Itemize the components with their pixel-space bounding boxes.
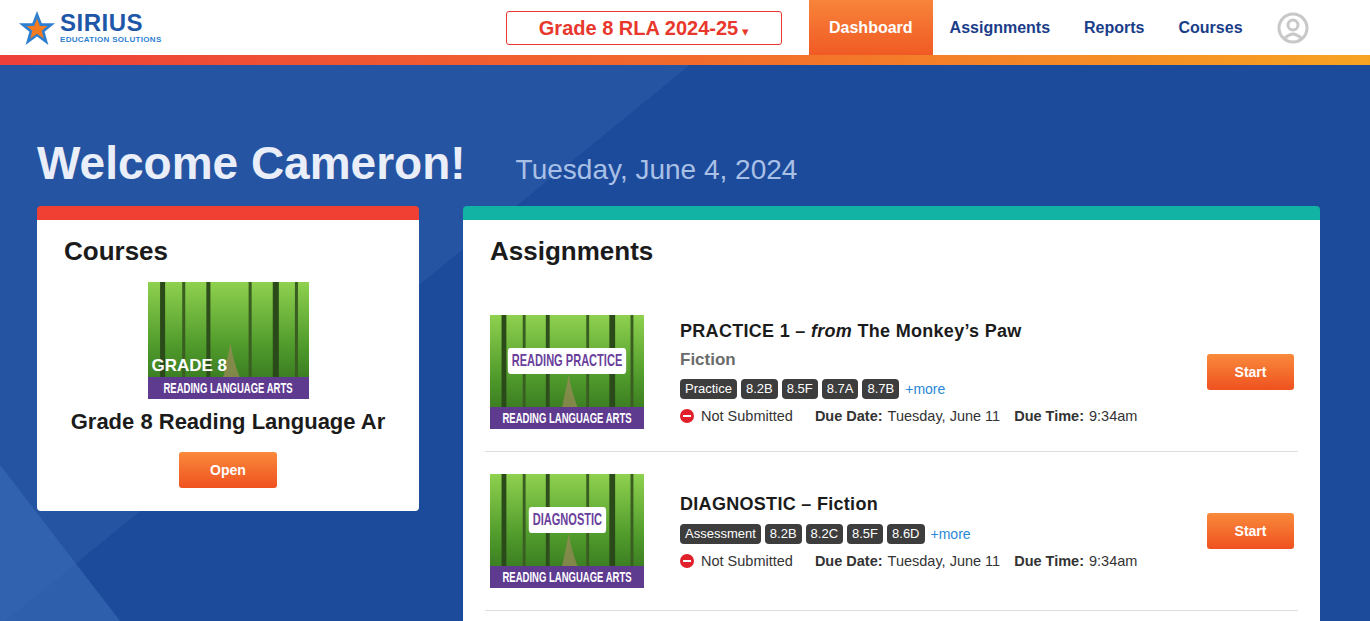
status-line: Not Submitted Due Date:Tuesday, June 11 Du… <box>680 551 1197 571</box>
due-time-label: Due Time: <box>1014 551 1084 571</box>
nav-link[interactable]: Assignments <box>933 0 1067 55</box>
welcome-row: Welcome Cameron! Tuesday, June 4, 2024 <box>37 136 1333 191</box>
due-date-label: Due Date: <box>815 406 883 426</box>
tag-list: Assessment8.2B8.2C8.5F8.6D +more <box>680 524 1197 545</box>
star-logo-icon <box>18 9 56 47</box>
main-nav: DashboardAssignmentsReportsCourses <box>809 0 1260 55</box>
standard-tag: Assessment <box>680 524 761 544</box>
standard-tag: 8.6D <box>887 524 924 544</box>
logo-text: SIRIUSEDUCATION SOLUTIONS <box>60 11 162 45</box>
dropdown-arrow-icon: ▾ <box>742 22 749 42</box>
assignment-thumbnail: READING PRACTICE READING LANGUAGE ARTS <box>490 315 644 429</box>
title-part: from <box>811 321 852 341</box>
status-text: Not Submitted <box>701 551 793 571</box>
thumbnail-banner: READING LANGUAGE ARTS <box>490 566 644 588</box>
thumbnail-label-wrap: DIAGNOSTIC <box>490 507 644 533</box>
course-thumbnail: GRADE 8READING LANGUAGE ARTS <box>148 282 309 399</box>
logo[interactable]: SIRIUSEDUCATION SOLUTIONS <box>0 0 506 55</box>
top-bar: SIRIUSEDUCATION SOLUTIONS Grade 8 RLA 202… <box>0 0 1370 55</box>
due-date-label: Due Date: <box>815 551 883 571</box>
assignment-title[interactable]: PRACTICE 1 – from The Monkey’s Paw <box>680 319 1197 343</box>
thumbnail-label: READING PRACTICE <box>508 348 626 374</box>
thumbnail-label: DIAGNOSTIC <box>528 507 605 533</box>
not-submitted-icon <box>680 409 694 423</box>
thumbnail-label-wrap: READING PRACTICE <box>490 348 644 374</box>
standard-tag: 8.7A <box>822 379 859 399</box>
assignments-card: Assignments READING PRACTICE READING LANGU… <box>463 206 1320 621</box>
class-select-value: Grade 8 RLA 2024-25 <box>539 13 738 43</box>
course-item: GRADE 8READING LANGUAGE ARTS Grade 8 Read… <box>37 266 419 488</box>
standard-tag: 8.2C <box>806 524 843 544</box>
nav-link[interactable]: Courses <box>1162 0 1260 55</box>
tag-list: Practice8.2B8.5F8.7A8.7B +more <box>680 379 1197 400</box>
accent-stripe <box>0 55 1370 65</box>
due-time-label: Due Time: <box>1014 406 1084 426</box>
more-link[interactable]: +more <box>905 379 945 400</box>
avatar-wrap <box>1277 0 1309 55</box>
assignment-row: READING PRACTICE READING LANGUAGE ARTS PRA… <box>485 293 1298 452</box>
standard-tag: 8.5F <box>847 524 883 544</box>
banner-text: READING LANGUAGE ARTS <box>163 378 292 399</box>
title-part: DIAGNOSTIC – Fiction <box>680 494 878 514</box>
nav-link[interactable]: Dashboard <box>809 0 933 55</box>
start-button[interactable]: Start <box>1207 354 1294 390</box>
due-date: Tuesday, June 11 <box>888 406 1001 426</box>
logo-name: SIRIUS <box>60 11 162 35</box>
welcome-heading: Welcome Cameron! <box>37 136 466 190</box>
status-text: Not Submitted <box>701 406 793 426</box>
courses-card: Courses GRADE 8READING LANGUAGE ARTS Grade… <box>37 206 419 511</box>
not-submitted-icon <box>680 554 694 568</box>
standard-tag: Practice <box>680 379 737 399</box>
due-date: Tuesday, June 11 <box>888 551 1001 571</box>
class-select[interactable]: Grade 8 RLA 2024-25▾ <box>506 11 782 45</box>
thumbnail-label: GRADE 8 <box>152 356 228 376</box>
card-title: Assignments <box>463 220 1320 266</box>
title-part: The Monkey’s Paw <box>852 321 1021 341</box>
logo-tagline: EDUCATION SOLUTIONS <box>60 35 162 45</box>
assignment-info: PRACTICE 1 – from The Monkey’s Paw Fictio… <box>680 319 1197 426</box>
current-date: Tuesday, June 4, 2024 <box>516 149 798 191</box>
start-button[interactable]: Start <box>1207 513 1294 549</box>
title-part: PRACTICE 1 – <box>680 321 811 341</box>
assignment-title[interactable]: DIAGNOSTIC – Fiction <box>680 492 1197 516</box>
dashboard-main: Welcome Cameron! Tuesday, June 4, 2024 Cou… <box>0 65 1370 621</box>
card-title: Courses <box>37 220 419 266</box>
banner-text: READING LANGUAGE ARTS <box>502 567 631 588</box>
nav-link[interactable]: Reports <box>1067 0 1161 55</box>
thumbnail-banner: READING LANGUAGE ARTS <box>148 377 309 399</box>
due-time: 9:34am <box>1089 551 1137 571</box>
more-link[interactable]: +more <box>931 524 971 545</box>
due-time: 9:34am <box>1089 406 1137 426</box>
standard-tag: 8.5F <box>782 379 818 399</box>
course-name: Grade 8 Reading Language Ar <box>71 408 386 436</box>
assignment-row: DIAGNOSTICREADING LANGUAGE ARTSDIAGNOSTI… <box>485 452 1298 611</box>
standard-tag: 8.2B <box>765 524 802 544</box>
user-avatar-icon[interactable] <box>1277 12 1309 44</box>
assignment-info: DIAGNOSTIC – FictionAssessment8.2B8.2C8.… <box>680 492 1197 571</box>
standard-tag: 8.2B <box>741 379 778 399</box>
status-line: Not Submitted Due Date:Tuesday, June 11 Du… <box>680 406 1197 426</box>
assignment-thumbnail: DIAGNOSTIC READING LANGUAGE ARTS <box>490 474 644 588</box>
class-select-wrap: Grade 8 RLA 2024-25▾ <box>506 0 782 55</box>
open-button[interactable]: Open <box>179 452 277 488</box>
assignment-genre: Fiction <box>680 349 1197 371</box>
thumbnail-banner: READING LANGUAGE ARTS <box>490 407 644 429</box>
assignment-list: READING PRACTICE READING LANGUAGE ARTS PRA… <box>485 293 1298 611</box>
banner-text: READING LANGUAGE ARTS <box>502 408 631 429</box>
cards-row: CoursesGRADE 8READING LANGUAGE ARTSGrade… <box>37 206 1333 621</box>
standard-tag: 8.7B <box>862 379 899 399</box>
dashboard-content: Welcome Cameron! Tuesday, June 4, 2024 Cou… <box>0 136 1370 621</box>
